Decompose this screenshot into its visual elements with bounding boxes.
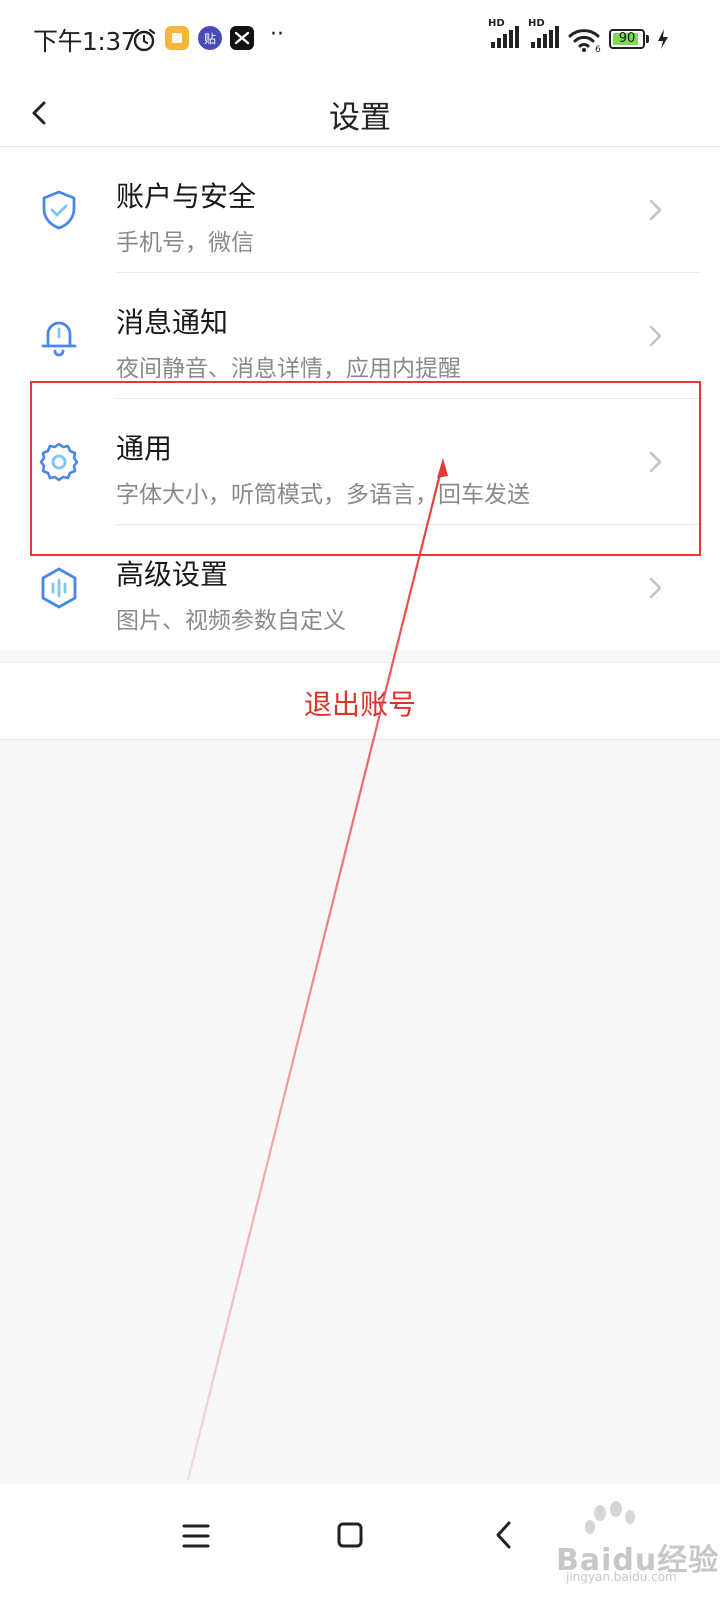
back-nav-icon[interactable] — [474, 1506, 534, 1566]
annotation-arrow — [186, 458, 448, 1481]
home-icon[interactable] — [320, 1506, 380, 1566]
watermark-url: jingyan.baidu.com — [566, 1570, 677, 1584]
menu-icon[interactable] — [166, 1506, 226, 1566]
